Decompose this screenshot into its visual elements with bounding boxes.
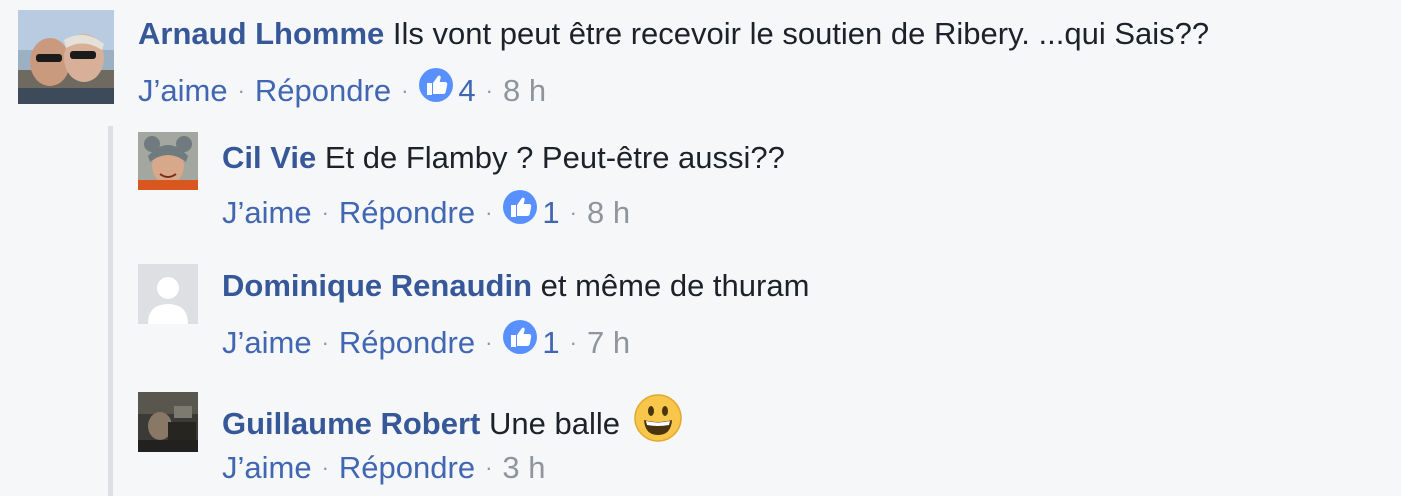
comment-body: Arnaud Lhomme Ils vont peut être recevoi…: [138, 14, 1209, 54]
reaction-count[interactable]: 1: [542, 325, 559, 360]
avatar[interactable]: [138, 264, 198, 324]
like-reaction-icon[interactable]: [502, 189, 538, 235]
reply-guillaume-robert: Guillaume Robert Une balle J’aime · Répond…: [0, 382, 1401, 496]
like-reaction-icon[interactable]: [502, 319, 538, 365]
timestamp[interactable]: 8 h: [587, 195, 630, 230]
reply-body: Guillaume Robert Une balle: [222, 393, 683, 456]
separator: ·: [321, 200, 329, 226]
separator: ·: [485, 455, 493, 480]
timestamp[interactable]: 7 h: [587, 325, 630, 360]
separator: ·: [569, 200, 577, 226]
separator: ·: [401, 78, 409, 104]
like-link[interactable]: J’aime: [222, 325, 312, 360]
reply-actions: J’aime · Répondre · 1 · 8 h: [222, 189, 630, 238]
reply-author[interactable]: Guillaume Robert: [222, 406, 480, 441]
reply-link[interactable]: Répondre: [255, 73, 391, 108]
reply-text: Et de Flamby ? Peut-être aussi??: [324, 140, 785, 175]
comment-author[interactable]: Arnaud Lhomme: [138, 16, 384, 51]
reply-body: Dominique Renaudin et même de thuram: [222, 266, 809, 306]
separator: ·: [321, 455, 329, 480]
reply-dominique-renaudin: Dominique Renaudin et même de thuram J’a…: [0, 254, 1401, 382]
reply-cil-vie: Cil Vie Et de Flamby ? Peut-être aussi??…: [0, 126, 1401, 254]
reply-link[interactable]: Répondre: [339, 325, 475, 360]
avatar[interactable]: [138, 392, 198, 452]
reaction-count[interactable]: 4: [458, 73, 475, 108]
grinning-face-emoji-icon: [633, 393, 683, 453]
separator: ·: [485, 200, 493, 226]
separator: ·: [569, 330, 577, 356]
timestamp[interactable]: 8 h: [503, 73, 546, 108]
reply-link[interactable]: Répondre: [339, 195, 475, 230]
separator: ·: [485, 330, 493, 356]
like-link[interactable]: J’aime: [138, 73, 228, 108]
timestamp[interactable]: 3 h: [502, 450, 545, 485]
comment-arnaud-lhomme: Arnaud Lhomme Ils vont peut être recevoi…: [0, 0, 1401, 120]
like-link[interactable]: J’aime: [222, 450, 312, 485]
separator: ·: [237, 78, 245, 104]
separator: ·: [485, 78, 493, 104]
comment-actions: J’aime · Répondre · 4 · 8 h: [138, 67, 546, 116]
like-link[interactable]: J’aime: [222, 195, 312, 230]
avatar[interactable]: [138, 132, 198, 190]
separator: ·: [321, 330, 329, 356]
reply-body: Cil Vie Et de Flamby ? Peut-être aussi??: [222, 138, 785, 178]
reply-author[interactable]: Dominique Renaudin: [222, 268, 532, 303]
reply-link[interactable]: Répondre: [339, 450, 475, 485]
reply-actions: J’aime · Répondre · 1 · 7 h: [222, 319, 630, 368]
comment-text: Ils vont peut être recevoir le soutien d…: [392, 16, 1210, 51]
reply-author[interactable]: Cil Vie: [222, 140, 316, 175]
reply-text: Une balle: [489, 406, 620, 442]
like-reaction-icon[interactable]: [418, 67, 454, 113]
avatar[interactable]: [18, 10, 114, 104]
reply-text: et même de thuram: [540, 268, 810, 303]
reaction-count[interactable]: 1: [542, 195, 559, 230]
reply-actions: J’aime · Répondre · 3 h: [222, 448, 546, 491]
